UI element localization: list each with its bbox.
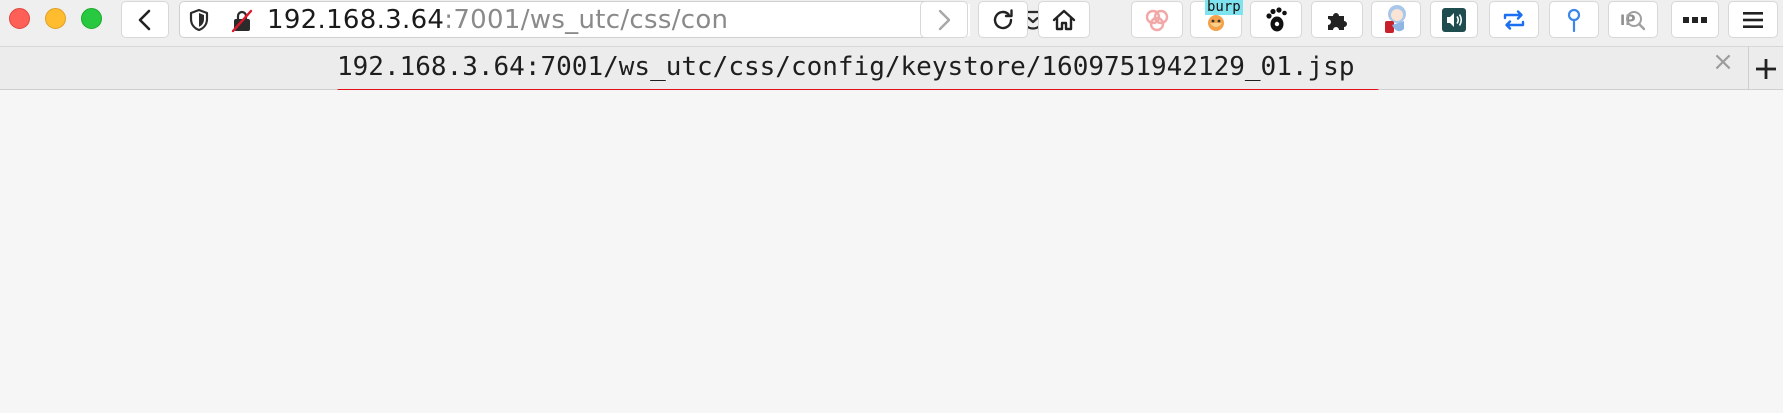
home-button[interactable] — [1038, 1, 1090, 38]
reload-icon — [993, 8, 1013, 29]
tab-close-icon[interactable]: × — [1711, 49, 1735, 75]
home-icon — [1052, 9, 1076, 30]
main-menu-button[interactable] — [1728, 1, 1778, 38]
back-icon — [138, 9, 151, 30]
puzzle-icon — [1328, 12, 1347, 30]
shield-icon[interactable] — [188, 8, 210, 32]
url-path: :7001/ws_utc/css/con — [444, 5, 729, 35]
url-host: 192.168.3.64 — [267, 5, 445, 35]
url-bar[interactable]: 192.168.3.64:7001/ws_utc/css/con — [179, 1, 1086, 38]
sync-extension-button[interactable] — [1489, 1, 1539, 38]
hamburger-menu-icon — [1743, 11, 1763, 28]
browser-toolbar: 192.168.3.64:7001/ws_utc/css/con burp IP — [0, 0, 1783, 47]
window-close-button[interactable] — [9, 8, 30, 29]
knot-extension-icon — [1145, 9, 1169, 31]
forward-icon — [938, 9, 951, 30]
speaker-extension-button[interactable] — [1430, 1, 1478, 38]
anime-avatar-icon — [1385, 4, 1406, 33]
knot-extension-button[interactable] — [1131, 1, 1183, 38]
window-minimize-button[interactable] — [45, 8, 66, 29]
sync-icon — [1503, 9, 1525, 30]
gnome-extension-button[interactable] — [1250, 1, 1302, 38]
pin-extension-button[interactable] — [1549, 1, 1599, 38]
back-button[interactable] — [121, 1, 169, 38]
avatar-extension-button[interactable] — [1371, 1, 1421, 38]
forward-button[interactable] — [920, 1, 968, 38]
window-maximize-button[interactable] — [81, 8, 102, 29]
page-content — [0, 90, 1783, 413]
burp-badge: burp — [1205, 0, 1243, 15]
insecure-lock-icon[interactable] — [231, 9, 253, 33]
overflow-icon — [1683, 16, 1707, 23]
reload-button[interactable] — [978, 1, 1028, 38]
overflow-menu-button[interactable] — [1671, 1, 1719, 38]
new-tab-button[interactable] — [1748, 47, 1783, 90]
extensions-button[interactable] — [1311, 1, 1363, 38]
gnome-foot-icon — [1266, 6, 1287, 31]
plus-icon — [1756, 58, 1776, 79]
ip-search-icon: IP — [1620, 10, 1646, 30]
speaker-icon — [1442, 7, 1466, 32]
tab-title[interactable]: 192.168.3.64:7001/ws_utc/css/config/keys… — [337, 50, 1354, 84]
ip-lookup-extension-button[interactable]: IP — [1608, 1, 1658, 38]
tab-bar: 192.168.3.64:7001/ws_utc/css/config/keys… — [0, 47, 1783, 90]
pin-icon — [1567, 8, 1581, 32]
url-text[interactable]: 192.168.3.64:7001/ws_utc/css/con — [267, 4, 967, 36]
